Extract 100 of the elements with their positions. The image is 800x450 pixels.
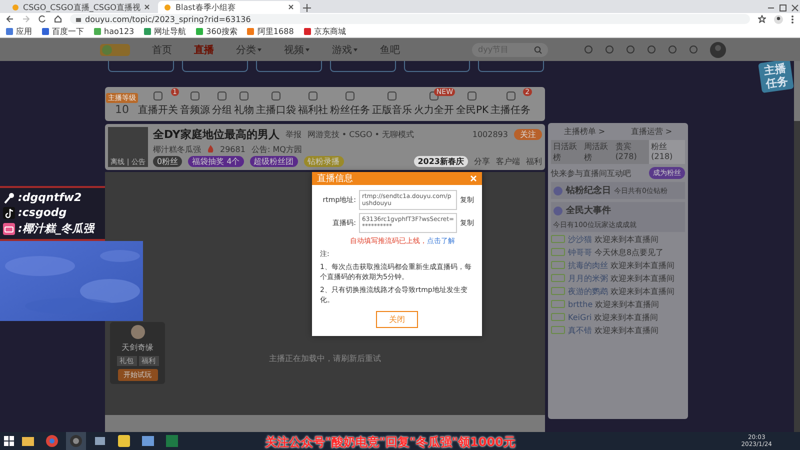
social-handle: :椰汁糕_冬瓜强 — [18, 221, 94, 236]
nav-link[interactable]: 鱼吧 — [380, 42, 400, 56]
bookmark-icon — [144, 28, 152, 34]
chat-tab[interactable]: 贵宾(278) — [613, 140, 650, 164]
chat-message: 真不错 欢迎来到本直播间 — [568, 326, 659, 336]
back-icon[interactable] — [6, 15, 14, 23]
tool-label[interactable]: 福利社 — [298, 103, 328, 117]
star-icon[interactable] — [758, 15, 766, 23]
browser-tab[interactable]: CSGO_CSGO直播_CSGO直播视 — [6, 1, 156, 13]
chat-tab[interactable]: 日活跃榜 — [551, 140, 582, 164]
close-icon[interactable] — [790, 3, 800, 13]
search-icon[interactable] — [534, 46, 542, 54]
chat-message: 月月的米粥 欢迎来到本直播间 — [568, 274, 675, 284]
close-button[interactable]: 关闭 — [376, 311, 418, 328]
bookmark-icon — [42, 28, 49, 34]
banner-card[interactable] — [182, 61, 248, 72]
tool-label[interactable]: 粉丝任务 — [330, 103, 370, 117]
forward-icon[interactable] — [22, 15, 30, 23]
banner-card[interactable] — [404, 61, 470, 72]
event-title: 钻粉纪念日 — [566, 184, 611, 197]
follow-button[interactable]: 关注 — [514, 129, 542, 140]
image-icon — [142, 435, 154, 447]
task-badge[interactable]: 主播任务 — [758, 61, 794, 94]
banner-card[interactable] — [256, 61, 322, 72]
bookmark[interactable]: hao123 — [94, 26, 134, 36]
profile-icon[interactable] — [774, 14, 783, 24]
room-tag[interactable]: 0粉丝 — [153, 156, 182, 167]
game-title: 天剑奇缘 — [122, 342, 154, 353]
event-logo: 2023新春庆 — [414, 156, 468, 167]
tool-label[interactable]: 直播开关 — [138, 103, 178, 117]
tool-label[interactable]: 火力全开 — [414, 103, 454, 117]
header-action[interactable]: 福利 — [526, 156, 542, 167]
report-link[interactable]: 举报 — [285, 129, 302, 140]
bookmark[interactable]: 京东商城 — [304, 26, 346, 36]
prompt-text: 快来参与直播间互动吧 — [551, 168, 631, 178]
tool-label[interactable]: 全民PK — [456, 103, 489, 117]
bookmark[interactable]: 360搜索 — [196, 26, 238, 36]
chat-tab[interactable]: 周活跃榜 — [582, 140, 614, 164]
level-value: 10 — [115, 102, 129, 116]
tool-label[interactable]: 音频源 — [180, 103, 210, 117]
more-icon[interactable] — [791, 14, 794, 24]
promo-caption: 关注公众号"酸奶电竞"回复"冬瓜强"领1000元 — [265, 434, 516, 450]
flame-icon — [207, 145, 214, 153]
banner-card[interactable] — [108, 61, 174, 72]
social-handle: :dgqntfw2 — [18, 191, 82, 204]
social-handle: :csgodg — [18, 206, 67, 219]
viewer-count: 1002893 — [472, 130, 508, 139]
tool-label[interactable]: 礼物 — [234, 103, 254, 117]
chat-message: 钟哥哥 今天休息8点要见了 — [568, 248, 664, 258]
tool-label[interactable]: 主播口袋 — [256, 103, 296, 117]
chat-tab[interactable]: 粉丝(218) — [649, 140, 685, 164]
chat-message: KeiGri 欢迎来到本直播间 — [568, 313, 658, 323]
header-action[interactable]: 分享 — [474, 156, 490, 167]
bookmark[interactable]: 阿里1688 — [247, 26, 294, 36]
new-tab-icon[interactable] — [302, 3, 312, 13]
home-icon[interactable] — [54, 15, 62, 23]
close-icon[interactable] — [288, 4, 294, 10]
tv-icon — [3, 222, 15, 234]
nav-link[interactable]: 游戏 — [332, 42, 358, 56]
restore-icon[interactable] — [778, 3, 788, 13]
bookmark[interactable]: 百度一下 — [42, 26, 84, 36]
room-tag[interactable]: 超级粉丝团 — [250, 156, 298, 167]
reload-icon[interactable] — [38, 15, 46, 23]
spreadsheet-icon — [166, 435, 178, 447]
chat-message: 夜游的鹦鹉 欢迎来到本直播间 — [568, 287, 675, 297]
record-icon — [70, 435, 82, 447]
close-icon[interactable] — [144, 4, 150, 10]
windows-icon[interactable] — [4, 436, 14, 446]
bookmark-icon — [94, 28, 101, 34]
nav-link[interactable]: 视频 — [284, 42, 310, 56]
header-action[interactable]: 客户端 — [496, 156, 520, 167]
banner-card[interactable] — [330, 61, 396, 72]
level-badge-icon — [551, 274, 565, 282]
nav-link[interactable]: 分类 — [236, 42, 262, 56]
room-title: 全DY家庭地位最高的男人 — [153, 127, 280, 142]
banner-card[interactable] — [478, 61, 544, 72]
rank-link[interactable]: 直播运营 > — [630, 126, 672, 137]
music-note-icon — [3, 206, 15, 218]
bookmark[interactable]: 应用 — [6, 26, 32, 36]
scroll-thumb[interactable] — [794, 61, 800, 121]
level-badge-icon — [551, 287, 565, 295]
level-badge-icon — [551, 235, 565, 243]
rank-link[interactable]: 主播榜单 > — [564, 126, 606, 137]
browser-tab[interactable]: Blast春季小组赛 — [158, 1, 300, 13]
address-bar[interactable]: douyu.com/topic/2023_spring?rid=63136 — [70, 14, 750, 24]
tool-label[interactable]: 主播任务 — [490, 103, 531, 117]
folder-icon — [22, 435, 34, 447]
loading-message: 主播正在加载中，请刷新后重试 — [269, 353, 381, 364]
game-avatar-icon — [130, 325, 144, 339]
event-title: 全民大事件 — [566, 204, 611, 217]
avatar-icon[interactable] — [710, 42, 726, 58]
nav-link[interactable]: 首页 — [152, 42, 172, 56]
tool-label[interactable]: 正版音乐 — [372, 103, 412, 117]
bookmark[interactable]: 网址导航 — [144, 26, 186, 36]
notice-text: 公告: MQ方园 — [251, 144, 302, 154]
room-tag[interactable]: 福袋抽奖 4个 — [188, 156, 244, 167]
bookmark-icon — [247, 28, 254, 34]
level-badge-icon — [551, 300, 565, 308]
tool-label[interactable]: 分组 — [212, 103, 232, 117]
chat-message: brtthe 欢迎来到本直播间 — [568, 300, 660, 310]
